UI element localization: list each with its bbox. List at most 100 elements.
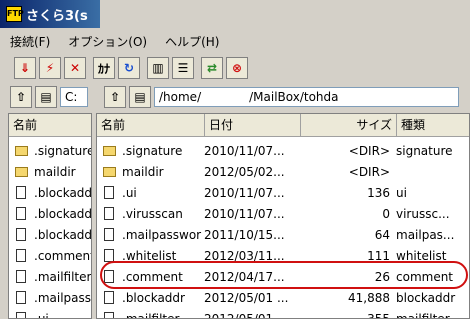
remote-item-size: 64 xyxy=(374,227,390,242)
file-icon xyxy=(16,186,26,199)
file-icon xyxy=(104,312,114,318)
remote-item-size: <DIR> xyxy=(348,143,390,158)
remote-item-date: 2012/05/01 ... xyxy=(204,311,289,319)
remote-item-name: .mailfilter xyxy=(122,311,180,319)
remote-item-date: 2010/11/07... xyxy=(204,185,285,200)
local-item-name: .mailfilter xyxy=(34,269,92,284)
remote-item-date: 2010/11/07... xyxy=(204,206,285,221)
menu-bar: 接続(F) オプション(O) ヘルプ(H) xyxy=(0,31,237,51)
local-list-item[interactable]: .signature xyxy=(9,140,92,161)
local-item-name: .blockaddr xyxy=(34,185,92,200)
remote-list-header: 名前 日付 サイズ 種類 xyxy=(97,114,469,137)
remote-item-date: 2011/10/15... xyxy=(204,227,285,242)
file-icon xyxy=(104,291,114,304)
local-list-item[interactable]: .ui xyxy=(9,308,91,319)
folder-icon xyxy=(15,145,28,156)
remote-item-size: 355 xyxy=(367,311,390,319)
local-item-name: .mailpassw xyxy=(34,290,91,305)
remote-header-size[interactable]: サイズ xyxy=(301,114,397,136)
remote-item-kind: blockaddr xyxy=(396,290,456,305)
kana-button[interactable]: ｶﾅ xyxy=(93,57,115,79)
file-icon xyxy=(16,291,26,304)
file-icon xyxy=(16,207,26,220)
local-item-name: maildir xyxy=(34,164,76,179)
list-view-icon[interactable]: ▥ xyxy=(147,57,169,79)
remote-item-kind: ui xyxy=(396,185,407,200)
remote-item-size: 136 xyxy=(367,185,390,200)
menu-help[interactable]: ヘルプ(H) xyxy=(165,33,219,50)
remote-item-name: maildir xyxy=(122,164,164,179)
local-list-item[interactable]: .blockaddr xyxy=(9,182,92,203)
local-path-row: ⇧ ▤ C: xyxy=(10,86,88,108)
local-list-item[interactable]: .blockaddr xyxy=(9,203,92,224)
refresh-icon[interactable]: ↻ xyxy=(118,57,140,79)
remote-item-name: .ui xyxy=(122,185,137,200)
window-title: さくら3(s xyxy=(26,8,88,24)
remote-item-size: 0 xyxy=(382,206,390,221)
local-list-header: 名前 xyxy=(9,114,91,137)
remote-path-input[interactable]: /home/ /MailBox/tohda xyxy=(154,87,459,107)
remote-item-date: 2010/11/07... xyxy=(204,143,285,158)
local-list-item[interactable]: maildir xyxy=(9,161,91,182)
remote-item-kind: virussc... xyxy=(396,206,450,221)
file-icon xyxy=(104,228,114,241)
remote-open-folder-icon[interactable]: ▤ xyxy=(129,86,151,108)
remote-path-row: ⇧ ▤ /home/ /MailBox/tohda xyxy=(104,86,459,108)
toolbar: ⇓ ⚡ ✕ ｶﾅ ↻ ▥ ☰ ⇄ ⊗ xyxy=(0,55,251,81)
remote-list-item[interactable]: .mailpasswor 2011/10/15... 64 mailpas... xyxy=(97,224,469,245)
local-up-folder-icon[interactable]: ⇧ xyxy=(10,86,32,108)
folder-icon xyxy=(15,166,28,177)
local-list-item[interactable]: .blockaddr xyxy=(9,224,92,245)
file-icon xyxy=(104,186,114,199)
remote-list-item[interactable]: maildir 2012/05/02... <DIR> xyxy=(97,161,469,182)
sync-icon[interactable]: ⇄ xyxy=(201,57,223,79)
remote-list-item[interactable]: .signature 2010/11/07... <DIR> signature xyxy=(97,140,469,161)
local-item-name: .ui xyxy=(34,311,49,319)
remote-item-name: .mailpasswor xyxy=(122,227,202,242)
remote-list-item[interactable]: .mailfilter 2012/05/01 ... 355 mailfilter xyxy=(97,308,469,319)
remote-list-item[interactable]: .blockaddr 2012/05/01 ... 41,888 blockaddr xyxy=(97,287,469,308)
folder-icon xyxy=(103,145,116,156)
local-item-name: .blockaddr xyxy=(34,206,92,221)
local-item-name: .comment xyxy=(34,248,92,263)
local-list-item[interactable]: .mailpassw xyxy=(9,287,91,308)
local-file-list[interactable]: 名前 .signature maildir .blockaddr .blockaddr… xyxy=(8,113,92,319)
app-icon: FTP xyxy=(6,6,24,22)
local-path-input[interactable]: C: xyxy=(60,87,88,107)
detail-view-icon[interactable]: ☰ xyxy=(172,57,194,79)
remote-item-name: .virusscan xyxy=(122,206,183,221)
local-item-name: .signature xyxy=(34,143,92,158)
local-list-item[interactable]: .mailfilter xyxy=(9,266,92,287)
local-header-name[interactable]: 名前 xyxy=(9,114,91,136)
remote-item-date: 2012/05/02... xyxy=(204,164,285,179)
disconnect-icon[interactable]: ✕ xyxy=(64,57,86,79)
local-item-name: .blockaddr xyxy=(34,227,92,242)
connect-icon[interactable]: ⇓ xyxy=(14,57,36,79)
menu-options[interactable]: オプション(O) xyxy=(68,33,147,50)
stop-icon[interactable]: ⊗ xyxy=(226,57,248,79)
remote-header-name[interactable]: 名前 xyxy=(97,114,205,136)
remote-item-size: <DIR> xyxy=(348,164,390,179)
remote-header-date[interactable]: 日付 xyxy=(205,114,301,136)
remote-item-kind: signature xyxy=(396,143,453,158)
file-icon xyxy=(16,228,26,241)
remote-item-date: 2012/05/01 ... xyxy=(204,290,289,305)
folder-icon xyxy=(103,166,116,177)
window-titlebar[interactable]: FTP さくら3(s xyxy=(0,0,100,28)
local-list-item[interactable]: .comment xyxy=(9,245,92,266)
remote-list-item[interactable]: .ui 2010/11/07... 136 ui xyxy=(97,182,469,203)
remote-list-item[interactable]: .virusscan 2010/11/07... 0 virussc... xyxy=(97,203,469,224)
local-open-folder-icon[interactable]: ▤ xyxy=(35,86,57,108)
highlight-annotation xyxy=(100,261,468,289)
file-icon xyxy=(16,270,26,283)
file-icon xyxy=(16,312,26,318)
file-icon xyxy=(104,207,114,220)
remote-item-kind: mailfilter xyxy=(396,311,450,319)
remote-item-size: 41,888 xyxy=(348,290,390,305)
remote-header-kind[interactable]: 種類 xyxy=(397,114,469,136)
remote-up-folder-icon[interactable]: ⇧ xyxy=(104,86,126,108)
remote-item-name: .blockaddr xyxy=(122,290,185,305)
menu-connect[interactable]: 接続(F) xyxy=(10,33,50,50)
lightning-icon[interactable]: ⚡ xyxy=(39,57,61,79)
remote-item-kind: mailpas... xyxy=(396,227,455,242)
